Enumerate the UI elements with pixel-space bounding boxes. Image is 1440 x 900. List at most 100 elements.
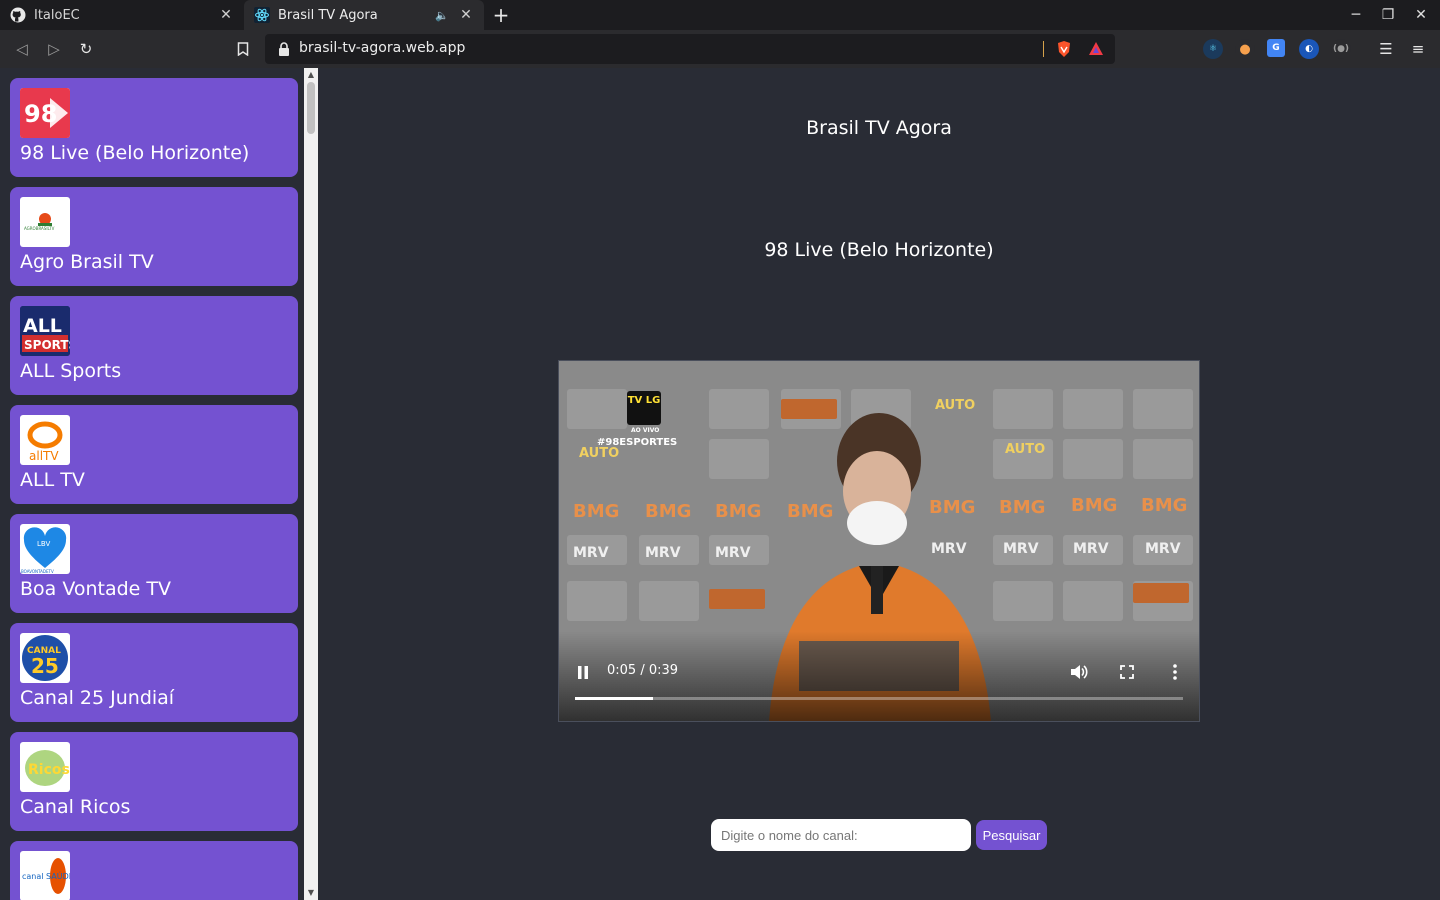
svg-text:BMG: BMG bbox=[715, 501, 761, 522]
svg-text:MRV: MRV bbox=[645, 545, 681, 561]
media-playlist-icon[interactable]: ☰ bbox=[1374, 37, 1398, 61]
dark-reader-icon[interactable]: ◐ bbox=[1299, 39, 1319, 59]
bookmark-button[interactable] bbox=[231, 37, 255, 61]
channel-name: Boa Vontade TV bbox=[20, 578, 172, 600]
svg-text:MRV: MRV bbox=[1145, 541, 1181, 557]
brave-shield-icon[interactable] bbox=[1055, 40, 1073, 58]
channel-name: Agro Brasil TV bbox=[20, 251, 154, 273]
channel-card[interactable]: 98 98 Live (Belo Horizonte) bbox=[10, 78, 298, 177]
channel-card[interactable]: AGROBRASILTV Agro Brasil TV bbox=[10, 187, 298, 286]
channel-logo: CANAL 25 bbox=[20, 633, 70, 683]
svg-text:BMG: BMG bbox=[999, 497, 1045, 518]
channel-logo: canal SAÚDE bbox=[20, 851, 70, 900]
volume-icon bbox=[1071, 665, 1088, 679]
more-options-button[interactable] bbox=[1164, 661, 1186, 683]
react-devtools-icon[interactable]: ⚛ bbox=[1203, 39, 1223, 59]
pause-icon bbox=[578, 665, 588, 679]
search-button[interactable]: Pesquisar bbox=[976, 820, 1047, 850]
address-bar[interactable]: brasil-tv-agora.web.app bbox=[265, 34, 1115, 64]
channel-card[interactable]: CANAL 25 Canal 25 Jundiaí bbox=[10, 623, 298, 722]
svg-text:AUTO: AUTO bbox=[1005, 442, 1045, 457]
svg-text:BOAVONTADETV: BOAVONTADETV bbox=[21, 569, 54, 574]
channel-card[interactable]: LBV BOAVONTADETV Boa Vontade TV bbox=[10, 514, 298, 613]
close-icon[interactable]: ✕ bbox=[218, 7, 234, 23]
browser-tab-italoec[interactable]: ItaloEC ✕ bbox=[0, 0, 244, 30]
svg-text:BMG: BMG bbox=[929, 497, 975, 518]
tab-title: Brasil TV Agora bbox=[278, 7, 378, 23]
channel-list: 98 98 Live (Belo Horizonte) AGROBRASILTV… bbox=[0, 68, 304, 900]
svg-text:ALL: ALL bbox=[23, 315, 62, 337]
url-text: brasil-tv-agora.web.app bbox=[299, 40, 466, 56]
channel-card[interactable]: allTV ALL TV bbox=[10, 405, 298, 504]
channel-logo: AGROBRASILTV bbox=[20, 197, 70, 247]
back-button[interactable]: ◁ bbox=[10, 37, 34, 61]
svg-text:Ricos: Ricos bbox=[28, 762, 70, 778]
channel-logo: allTV bbox=[20, 415, 70, 465]
svg-text:AUTO: AUTO bbox=[935, 398, 975, 413]
svg-text:AGROBRASILTV: AGROBRASILTV bbox=[24, 226, 55, 231]
channel-search-input[interactable] bbox=[711, 819, 971, 851]
svg-text:MRV: MRV bbox=[1073, 541, 1109, 557]
extension-icon[interactable]: (●) bbox=[1331, 39, 1351, 59]
channel-card[interactable]: Ricos Canal Ricos bbox=[10, 732, 298, 831]
svg-text:BMG: BMG bbox=[645, 501, 691, 522]
svg-text:BMG: BMG bbox=[573, 501, 619, 522]
main-content: Brasil TV Agora 98 Live (Belo Horizonte)… bbox=[318, 68, 1440, 900]
tab-title: ItaloEC bbox=[34, 7, 80, 23]
channel-logo: LBV BOAVONTADETV bbox=[20, 524, 70, 574]
channel-name: ALL TV bbox=[20, 469, 85, 491]
react-icon bbox=[254, 7, 270, 23]
live-sub-label: AO VIVO bbox=[631, 427, 660, 434]
github-icon bbox=[10, 7, 26, 23]
fullscreen-icon bbox=[1120, 665, 1134, 679]
channel-card[interactable]: ALLSPORTS ALL Sports bbox=[10, 296, 298, 395]
channel-logo: Ricos bbox=[20, 742, 70, 792]
scrollbar-thumb[interactable] bbox=[307, 82, 315, 134]
svg-text:MRV: MRV bbox=[573, 545, 609, 561]
google-translate-icon[interactable]: G bbox=[1267, 39, 1285, 57]
svg-text:MRV: MRV bbox=[715, 545, 751, 561]
svg-text:25: 25 bbox=[31, 654, 59, 678]
brave-rewards-icon[interactable] bbox=[1087, 40, 1105, 58]
browser-tab-bar: ItaloEC ✕ Brasil TV Agora 🔈 ✕ + ─ ❐ ✕ bbox=[0, 0, 1440, 30]
video-player[interactable]: BMG BMG BMG BMG BMG BMG BMG BMG MRV MRV MRV MRV MRV… bbox=[558, 360, 1200, 722]
svg-text:BMG: BMG bbox=[1141, 495, 1187, 516]
bookmark-icon bbox=[237, 42, 249, 56]
svg-text:LBV: LBV bbox=[37, 540, 50, 548]
lock-icon bbox=[279, 42, 289, 56]
browser-toolbar: ◁ ▷ ↻ brasil-tv-agora.web.app ⚛ ● G ◐ (●… bbox=[0, 30, 1440, 68]
channel-name: Canal 25 Jundiaí bbox=[20, 687, 175, 709]
speaker-icon[interactable]: 🔈 bbox=[434, 9, 450, 22]
divider bbox=[1043, 41, 1044, 57]
svg-text:MRV: MRV bbox=[1003, 541, 1039, 557]
minimize-button[interactable]: ─ bbox=[1340, 0, 1372, 30]
sidebar-scrollbar[interactable]: ▲ ▼ bbox=[304, 68, 318, 900]
progress-bar[interactable] bbox=[575, 697, 1183, 700]
current-channel-title: 98 Live (Belo Horizonte) bbox=[764, 239, 994, 261]
browser-tab-brasil-tv[interactable]: Brasil TV Agora 🔈 ✕ bbox=[244, 0, 484, 30]
close-window-button[interactable]: ✕ bbox=[1405, 0, 1437, 30]
svg-text:canal SAÚDE: canal SAÚDE bbox=[22, 870, 70, 881]
volume-button[interactable] bbox=[1068, 661, 1090, 683]
extension-icon[interactable]: ● bbox=[1235, 39, 1255, 59]
overlay-hashtag: #98ESPORTES bbox=[597, 437, 678, 448]
forward-button[interactable]: ▷ bbox=[42, 37, 66, 61]
scroll-up-icon[interactable]: ▲ bbox=[304, 68, 318, 82]
svg-text:BMG: BMG bbox=[787, 501, 833, 522]
time-display: 0:05 / 0:39 bbox=[607, 663, 679, 678]
menu-icon[interactable]: ≡ bbox=[1406, 37, 1430, 61]
channel-card[interactable]: canal SAÚDE bbox=[10, 841, 298, 900]
fullscreen-button[interactable] bbox=[1116, 661, 1138, 683]
page: 98 98 Live (Belo Horizonte) AGROBRASILTV… bbox=[0, 68, 1440, 900]
page-title: Brasil TV Agora bbox=[806, 117, 952, 139]
restore-button[interactable]: ❐ bbox=[1372, 0, 1404, 30]
reload-button[interactable]: ↻ bbox=[74, 37, 98, 61]
scroll-down-icon[interactable]: ▼ bbox=[304, 886, 318, 900]
svg-text:SPORTS: SPORTS bbox=[24, 338, 70, 352]
pause-button[interactable] bbox=[572, 661, 594, 683]
svg-text:AUTO: AUTO bbox=[579, 446, 619, 461]
close-icon[interactable]: ✕ bbox=[458, 7, 474, 23]
new-tab-button[interactable]: + bbox=[490, 4, 512, 26]
channel-logo: 98 bbox=[20, 88, 70, 138]
more-vertical-icon bbox=[1173, 664, 1177, 680]
